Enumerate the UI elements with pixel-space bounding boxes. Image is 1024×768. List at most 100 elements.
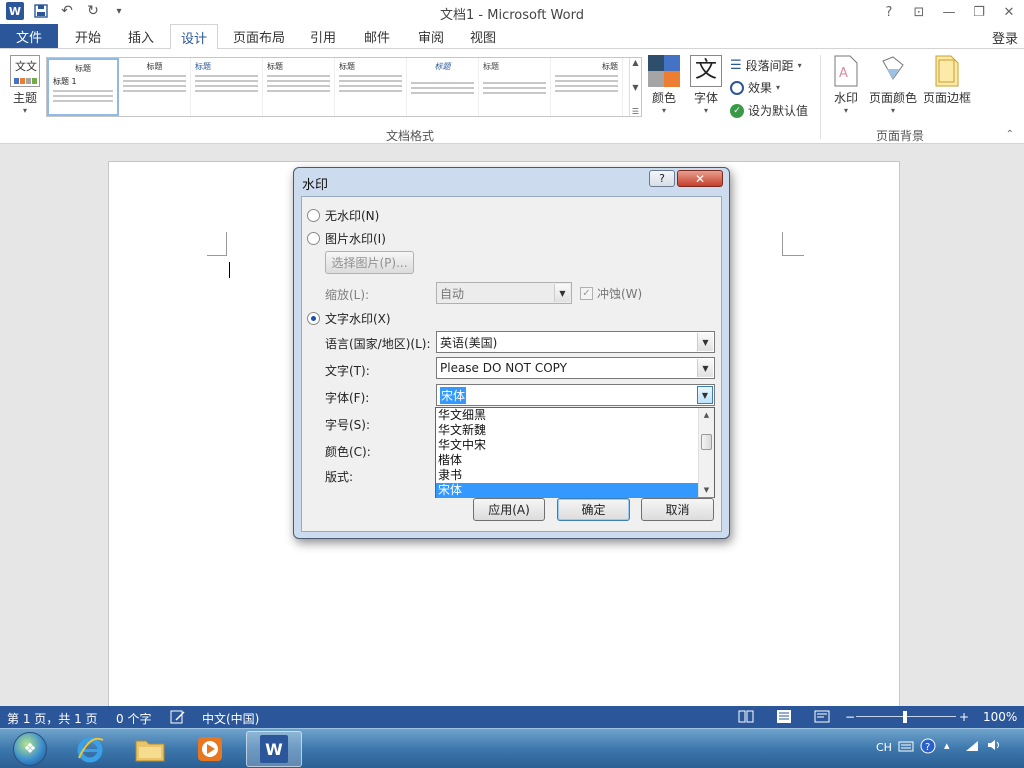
watermark-text-combo[interactable]: Please DO NOT COPY ▼ bbox=[436, 357, 715, 379]
svg-text:?: ? bbox=[925, 742, 930, 753]
watermark-button[interactable]: A 水印 ▾ bbox=[830, 55, 862, 115]
file-explorer-icon bbox=[135, 740, 165, 762]
scroll-thumb[interactable] bbox=[701, 434, 712, 450]
web-layout-icon[interactable] bbox=[814, 710, 830, 726]
text-watermark-radio[interactable]: 文字水印(X) bbox=[307, 310, 391, 327]
word-count[interactable]: 0 个字 bbox=[116, 710, 151, 727]
paragraph-spacing-button[interactable]: ☰ 段落间距 ▾ bbox=[730, 57, 802, 74]
taskbar-media-player[interactable] bbox=[182, 731, 238, 767]
ribbon-display-button[interactable]: ⊡ bbox=[904, 0, 934, 24]
zoom-level[interactable]: 100% bbox=[983, 710, 1017, 724]
zoom-slider-thumb[interactable] bbox=[903, 711, 907, 723]
document-formatting-group-label: 文档格式 bbox=[386, 129, 435, 143]
dialog-help-button[interactable]: ? bbox=[649, 170, 675, 187]
page-borders-button[interactable]: 页面边框 bbox=[920, 55, 974, 106]
chevron-down-icon[interactable]: ▼ bbox=[697, 386, 713, 404]
effects-button[interactable]: 效果 ▾ bbox=[730, 79, 780, 96]
gallery-scroll[interactable]: ▲ ▼ ☰ bbox=[629, 58, 641, 116]
watermark-label: 水印 bbox=[833, 91, 858, 105]
keyboard-icon[interactable] bbox=[898, 739, 914, 756]
input-method-indicator[interactable]: CH bbox=[876, 741, 892, 754]
start-button[interactable]: ❖ bbox=[2, 731, 58, 767]
gallery-up-icon[interactable]: ▲ bbox=[632, 58, 638, 67]
tab-view[interactable]: 视图 bbox=[460, 24, 506, 48]
ribbon-design: 文文 主题 ▾ 标题 标题 1 标题 标题 标题 标题 标题 标题 标题 ▲ ▼… bbox=[0, 48, 1024, 144]
taskbar-file-explorer[interactable] bbox=[122, 731, 178, 767]
no-watermark-radio[interactable]: 无水印(N) bbox=[307, 207, 379, 224]
redo-icon[interactable]: ↻ bbox=[84, 2, 102, 20]
help-icon[interactable]: ? bbox=[920, 738, 936, 757]
font-option-selected[interactable]: 宋体 bbox=[436, 483, 714, 498]
speaker-icon[interactable] bbox=[986, 738, 1002, 755]
fonts-button[interactable]: 文 字体 ▾ bbox=[688, 55, 724, 115]
font-option[interactable]: 隶书 bbox=[436, 468, 714, 483]
scale-combo[interactable]: 自动 ▼ bbox=[436, 282, 572, 304]
style-set-item[interactable]: 标题 bbox=[263, 58, 335, 116]
chevron-down-icon: ▼ bbox=[697, 333, 713, 351]
style-set-item[interactable]: 标题 bbox=[407, 58, 479, 116]
set-as-default-button[interactable]: ✓ 设为默认值 bbox=[730, 102, 808, 119]
page-count[interactable]: 第 1 页，共 1 页 bbox=[7, 710, 98, 727]
font-option[interactable]: 华文中宋 bbox=[436, 438, 714, 453]
select-picture-button[interactable]: 选择图片(P)... bbox=[325, 251, 414, 274]
save-icon[interactable] bbox=[32, 2, 50, 20]
minimize-button[interactable]: — bbox=[934, 0, 964, 24]
gallery-down-icon[interactable]: ▼ bbox=[632, 83, 638, 92]
tab-references[interactable]: 引用 bbox=[300, 24, 346, 48]
page-color-button[interactable]: 页面颜色 ▾ bbox=[866, 55, 920, 115]
close-window-button[interactable]: ✕ bbox=[994, 0, 1024, 24]
show-hidden-icons[interactable]: ▴ bbox=[944, 739, 950, 752]
zoom-out-button[interactable]: − bbox=[845, 710, 855, 724]
style-set-item[interactable]: 标题 标题 1 bbox=[47, 58, 119, 116]
collapse-ribbon-icon[interactable]: ⌃ bbox=[1006, 129, 1014, 140]
tab-design[interactable]: 设计 bbox=[170, 24, 218, 49]
style-set-item[interactable]: 标题 bbox=[479, 58, 551, 116]
restore-button[interactable]: ❐ bbox=[964, 0, 994, 24]
style-heading: 标题 bbox=[195, 62, 211, 71]
scroll-up-icon[interactable]: ▲ bbox=[699, 408, 714, 422]
scroll-down-icon[interactable]: ▼ bbox=[699, 483, 714, 497]
font-list-scrollbar[interactable]: ▲ ▼ bbox=[698, 408, 714, 497]
status-bar: 第 1 页，共 1 页 0 个字 中文(中国) − + 100% bbox=[0, 706, 1024, 728]
customize-qat-icon[interactable]: ▾ bbox=[110, 2, 128, 20]
colors-button[interactable]: 颜色 ▾ bbox=[646, 55, 682, 115]
font-dropdown-list[interactable]: 华文细黑 华文新魏 华文中宋 楷体 隶书 宋体 ▲ ▼ bbox=[435, 407, 715, 498]
tab-home[interactable]: 开始 bbox=[64, 24, 112, 48]
style-set-gallery[interactable]: 标题 标题 1 标题 标题 标题 标题 标题 标题 标题 ▲ ▼ ☰ bbox=[46, 57, 642, 117]
font-option[interactable]: 华文新魏 bbox=[436, 423, 714, 438]
tab-review[interactable]: 审阅 bbox=[408, 24, 454, 48]
login-link[interactable]: 登录 bbox=[992, 28, 1018, 47]
cancel-button[interactable]: 取消 bbox=[641, 498, 714, 521]
font-option[interactable]: 华文细黑 bbox=[436, 408, 714, 423]
proofing-icon[interactable] bbox=[170, 710, 186, 727]
undo-icon[interactable]: ↶ bbox=[58, 2, 76, 20]
dialog-close-button[interactable]: ✕ bbox=[677, 170, 723, 187]
tab-mailings[interactable]: 邮件 bbox=[354, 24, 400, 48]
network-icon[interactable] bbox=[964, 738, 980, 755]
tab-page-layout[interactable]: 页面布局 bbox=[226, 24, 292, 48]
taskbar-word[interactable]: W bbox=[246, 731, 302, 767]
zoom-in-button[interactable]: + bbox=[959, 710, 969, 724]
style-set-item[interactable]: 标题 bbox=[335, 58, 407, 116]
colors-label: 颜色 bbox=[651, 91, 676, 105]
font-combo[interactable]: 宋体 ▼ bbox=[436, 384, 715, 406]
themes-button[interactable]: 文文 主题 ▾ bbox=[6, 55, 44, 115]
style-set-item[interactable]: 标题 bbox=[551, 58, 623, 116]
print-layout-icon[interactable] bbox=[776, 710, 792, 726]
tab-file[interactable]: 文件 bbox=[0, 24, 58, 48]
read-mode-icon[interactable] bbox=[738, 710, 754, 726]
apply-button[interactable]: 应用(A) bbox=[473, 498, 545, 521]
gallery-more-icon[interactable]: ☰ bbox=[632, 107, 639, 116]
ok-button[interactable]: 确定 bbox=[557, 498, 630, 521]
language-combo[interactable]: 英语(美国) ▼ bbox=[436, 331, 715, 353]
taskbar-internet-explorer[interactable] bbox=[62, 731, 118, 767]
help-button[interactable]: ? bbox=[874, 0, 904, 24]
font-option[interactable]: 楷体 bbox=[436, 453, 714, 468]
style-set-item[interactable]: 标题 bbox=[191, 58, 263, 116]
picture-watermark-radio[interactable]: 图片水印(I) bbox=[307, 230, 386, 247]
washout-checkbox[interactable]: ✓ 冲蚀(W) bbox=[580, 285, 642, 302]
style-set-item[interactable]: 标题 bbox=[119, 58, 191, 116]
word-logo-icon[interactable]: W bbox=[6, 2, 24, 20]
tab-insert[interactable]: 插入 bbox=[118, 24, 164, 48]
language-status[interactable]: 中文(中国) bbox=[202, 710, 259, 727]
